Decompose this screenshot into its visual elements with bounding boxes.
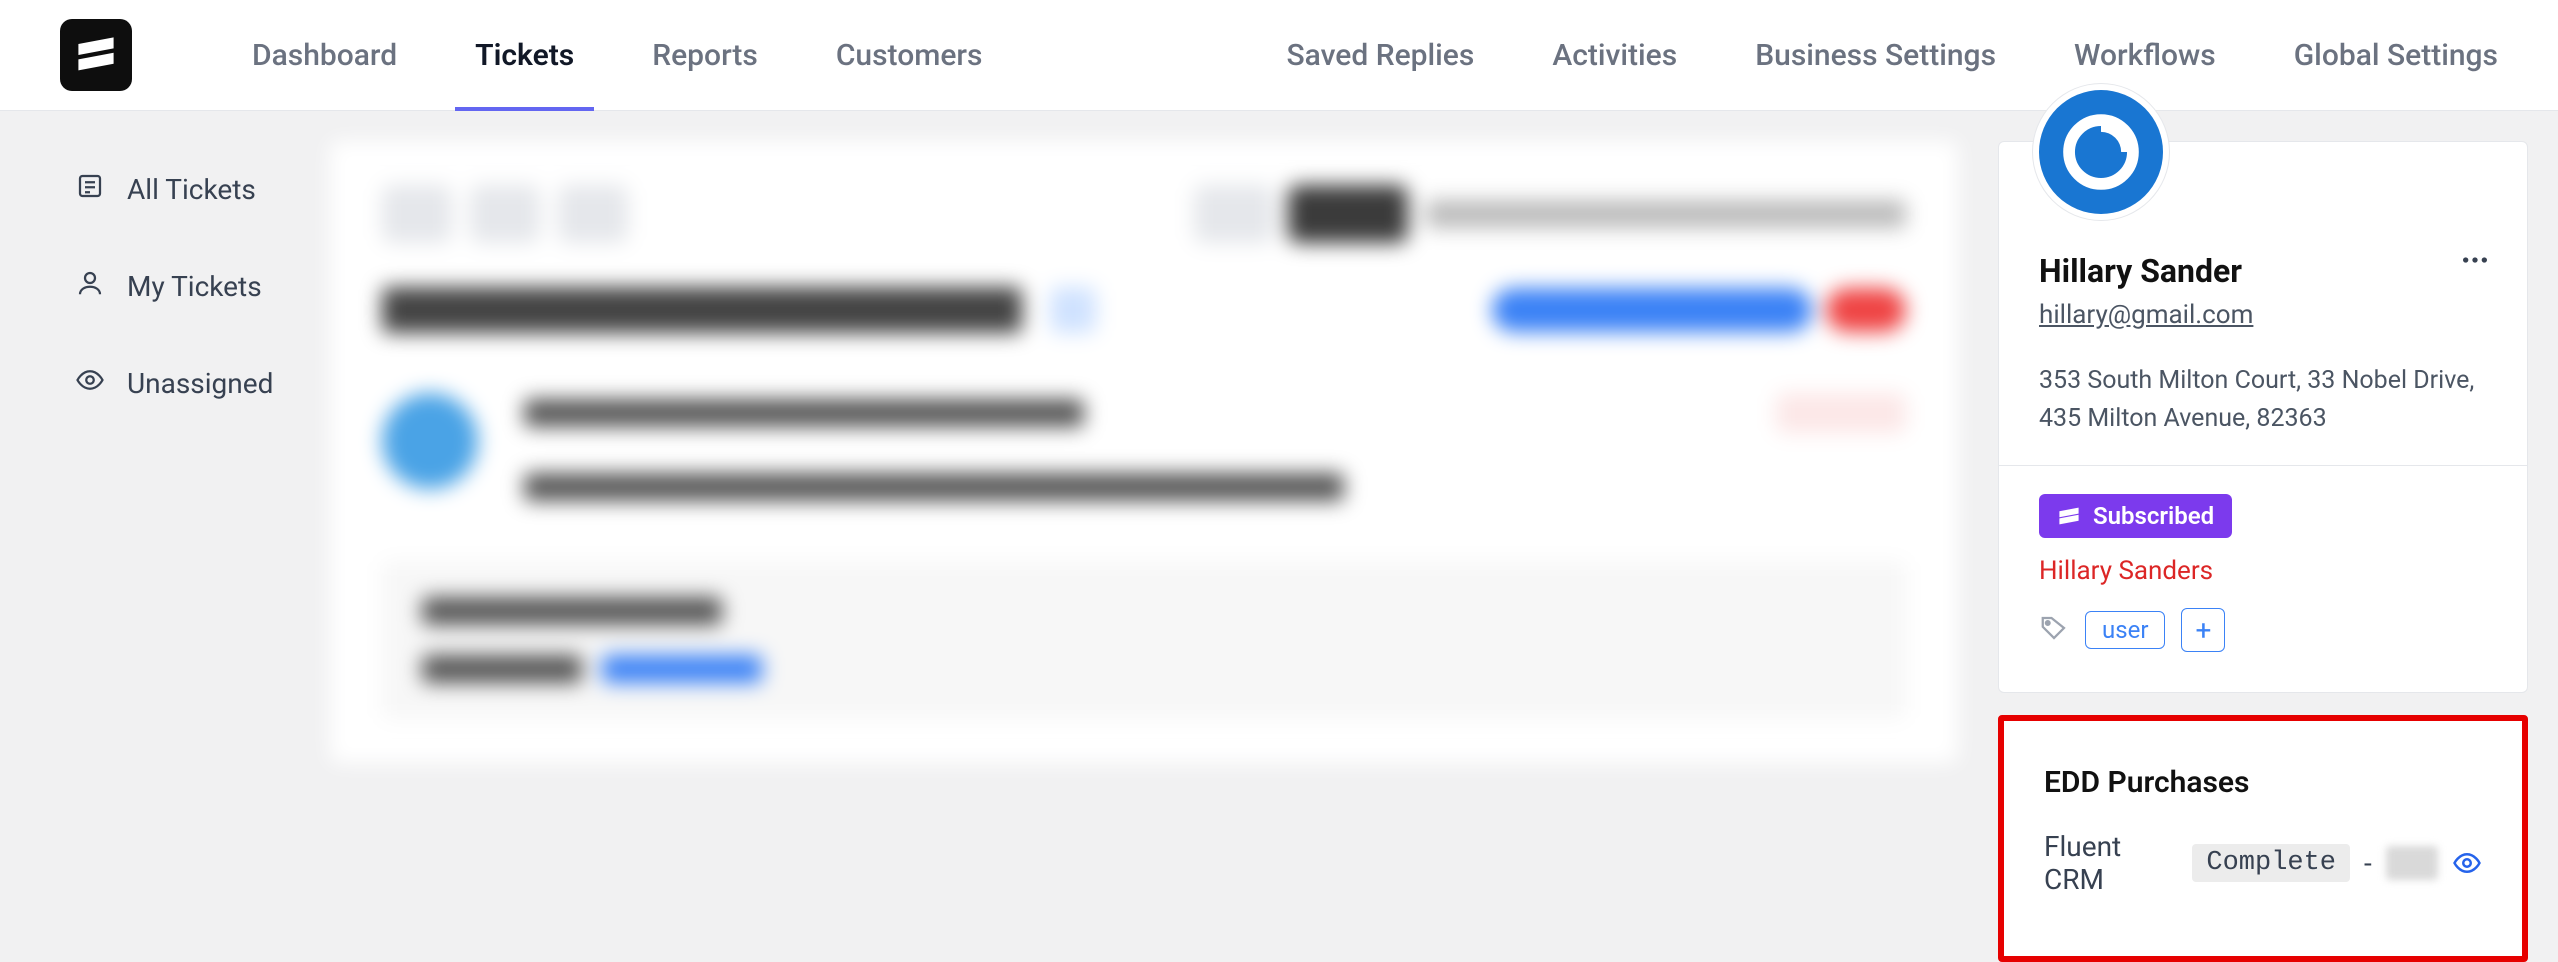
divider — [1999, 465, 2527, 466]
user-icon — [75, 268, 105, 305]
sidebar-item-unassigned[interactable]: Unassigned — [75, 365, 330, 402]
nav-global-settings[interactable]: Global Settings — [2294, 0, 2498, 111]
ticket-sidebar: All Tickets My Tickets Unassigned — [0, 141, 330, 962]
main-layout: All Tickets My Tickets Unassigned — [0, 111, 2558, 962]
nav-business-settings[interactable]: Business Settings — [1755, 0, 1996, 111]
app-logo[interactable] — [60, 19, 132, 91]
avatar-wrap — [2033, 84, 2169, 220]
more-options-button[interactable] — [2459, 244, 2491, 280]
nav-dashboard[interactable]: Dashboard — [252, 0, 397, 111]
purchase-amount-hidden — [2386, 846, 2438, 880]
subscribed-icon — [2057, 504, 2081, 528]
logo-icon — [74, 33, 118, 77]
nav-activities[interactable]: Activities — [1552, 0, 1677, 111]
view-purchase-button[interactable] — [2452, 848, 2482, 878]
crm-contact-name[interactable]: Hillary Sanders — [2039, 556, 2487, 586]
nav-reports[interactable]: Reports — [652, 0, 758, 111]
sidebar-item-all-tickets[interactable]: All Tickets — [75, 171, 330, 208]
customer-name: Hillary Sander — [2039, 252, 2487, 290]
nav-right-group: Saved Replies Activities Business Settin… — [1286, 0, 2498, 111]
subscribed-badge: Subscribed — [2039, 494, 2232, 538]
sidebar-item-label: All Tickets — [127, 173, 256, 206]
customer-avatar — [2039, 90, 2163, 214]
tag-row: user + — [2039, 608, 2487, 652]
purchase-row: Fluent CRM Complete - — [2044, 830, 2482, 896]
eye-icon — [75, 365, 105, 402]
nav-customers[interactable]: Customers — [836, 0, 983, 111]
purchase-product: Fluent CRM — [2044, 830, 2178, 896]
purchase-status: Complete — [2192, 844, 2350, 882]
profile-card: Hillary Sander hillary@gmail.com 353 Sou… — [1998, 141, 2528, 693]
customer-panel: Hillary Sander hillary@gmail.com 353 Sou… — [1998, 141, 2528, 962]
add-tag-button[interactable]: + — [2181, 608, 2225, 652]
nav-left-group: Dashboard Tickets Reports Customers — [252, 0, 982, 111]
ticket-content — [330, 141, 1998, 962]
top-nav: Dashboard Tickets Reports Customers Save… — [0, 0, 2558, 111]
list-icon — [75, 171, 105, 208]
nav-saved-replies[interactable]: Saved Replies — [1286, 0, 1474, 111]
nav-tickets[interactable]: Tickets — [475, 0, 574, 111]
purchases-card: EDD Purchases Fluent CRM Complete - — [1998, 715, 2528, 962]
sidebar-item-label: My Tickets — [127, 270, 262, 303]
tag-user[interactable]: user — [2085, 611, 2165, 649]
ticket-card-blurred — [330, 141, 1958, 763]
customer-address: 353 South Milton Court, 33 Nobel Drive, … — [2039, 362, 2487, 437]
tag-icon — [2039, 613, 2069, 647]
subscribed-label: Subscribed — [2093, 502, 2214, 530]
separator-dash: - — [2364, 847, 2372, 880]
customer-email[interactable]: hillary@gmail.com — [2039, 300, 2253, 330]
purchases-title: EDD Purchases — [2044, 765, 2482, 800]
sidebar-item-my-tickets[interactable]: My Tickets — [75, 268, 330, 305]
sidebar-item-label: Unassigned — [127, 367, 273, 400]
avatar-icon — [2059, 110, 2143, 194]
